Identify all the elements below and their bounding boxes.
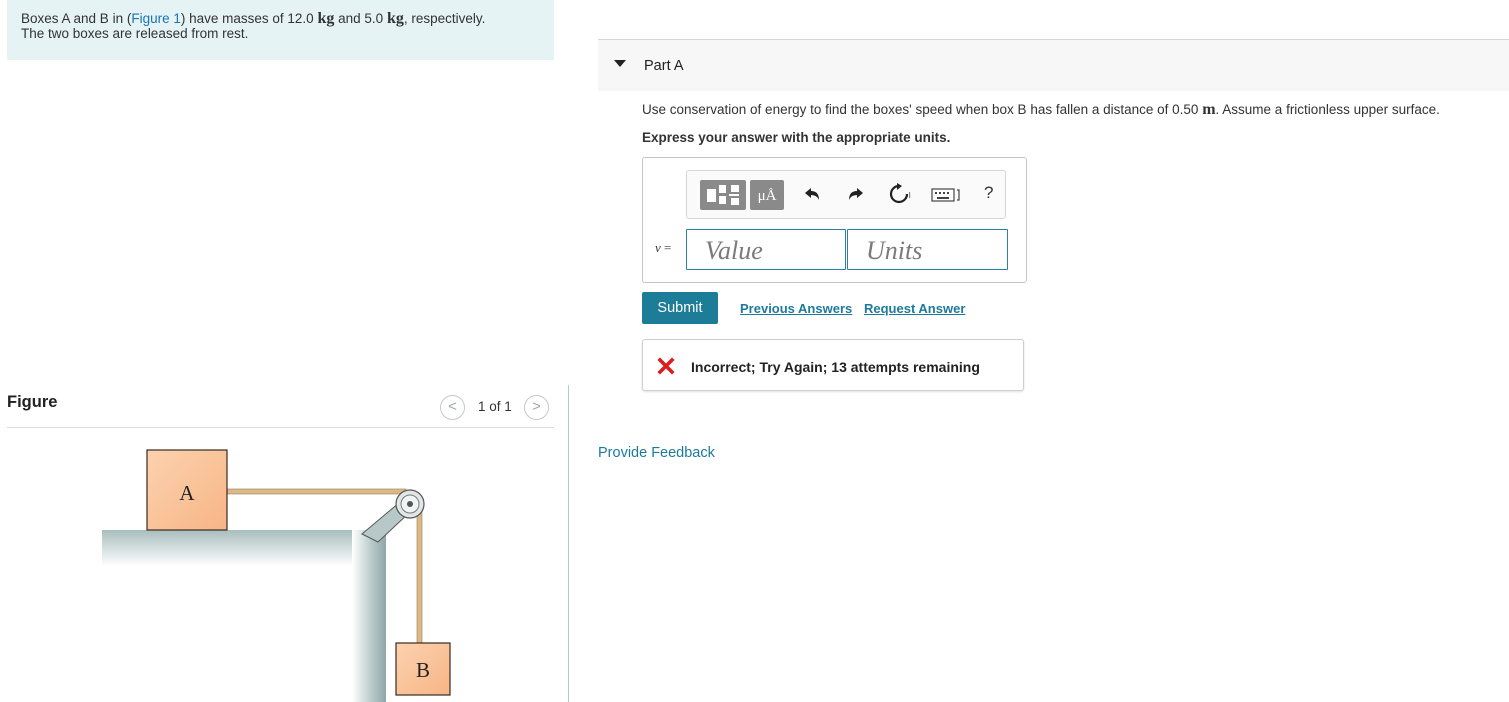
incorrect-x-icon: [657, 357, 675, 375]
answer-instruction: Express your answer with the appropriate…: [642, 130, 951, 145]
keyboard-icon[interactable]: [931, 187, 963, 208]
undo-icon[interactable]: [804, 186, 822, 207]
reset-icon[interactable]: [888, 183, 912, 210]
templates-icon: [707, 185, 739, 205]
help-button[interactable]: ?: [984, 183, 993, 203]
table-edge: [352, 530, 386, 702]
variable-symbol: v: [655, 240, 661, 255]
feedback-message: Incorrect; Try Again; 13 attempts remain…: [691, 359, 980, 375]
answer-box: μÅ ? v =: [642, 157, 1027, 283]
intro-line-2: The two boxes are released from rest.: [21, 26, 249, 41]
redo-icon[interactable]: [846, 186, 864, 207]
unit-m: m: [1202, 101, 1216, 118]
math-toolbar: μÅ ?: [686, 170, 1006, 219]
intro-text: Boxes A and B in (: [21, 11, 132, 26]
answer-variable: v =: [655, 240, 671, 256]
units-button[interactable]: μÅ: [750, 180, 784, 210]
collapse-caret-icon[interactable]: [614, 60, 626, 67]
request-answer-link[interactable]: Request Answer: [864, 301, 965, 316]
submit-button[interactable]: Submit: [642, 292, 718, 324]
intro-text: ) have masses of 12.0: [180, 11, 314, 26]
table-surface: [102, 530, 385, 566]
incorrect-feedback: Incorrect; Try Again; 13 attempts remain…: [642, 339, 1024, 391]
provide-feedback-link[interactable]: Provide Feedback: [598, 445, 715, 461]
column-divider: [568, 385, 569, 702]
question-part: Use conservation of energy to find the b…: [642, 102, 1199, 117]
box-a-label: A: [179, 481, 195, 505]
part-a-header[interactable]: Part A: [598, 39, 1509, 91]
box-b-label: B: [416, 658, 430, 682]
problem-intro: Boxes A and B in (Figure 1) have masses …: [7, 0, 554, 60]
unit-kg: kg: [317, 10, 335, 27]
question-text: Use conservation of energy to find the b…: [642, 101, 1440, 119]
part-title: Part A: [644, 58, 684, 74]
unit-kg: kg: [386, 10, 404, 27]
intro-line-1: Boxes A and B in (Figure 1) have masses …: [21, 10, 540, 27]
intro-text: and 5.0: [338, 11, 384, 26]
rope-vertical: [416, 503, 423, 645]
units-input[interactable]: [847, 229, 1008, 270]
figure-link[interactable]: Figure 1: [131, 11, 181, 26]
previous-answers-link[interactable]: Previous Answers: [740, 301, 852, 316]
figure-title: Figure: [7, 393, 58, 411]
pulley-figure: A B: [102, 449, 451, 702]
previous-figure-button[interactable]: <: [440, 395, 465, 420]
figure-header: Figure < 1 of 1 >: [7, 390, 554, 428]
intro-text: , respectively.: [403, 11, 486, 26]
equals-sign: =: [664, 240, 672, 255]
question-part: . Assume a frictionless upper surface.: [1215, 102, 1440, 117]
value-input[interactable]: [686, 229, 846, 270]
rope-horizontal: [219, 488, 407, 495]
figure-page-count: 1 of 1: [478, 399, 512, 414]
next-figure-button[interactable]: >: [524, 395, 549, 420]
templates-button[interactable]: [700, 180, 746, 210]
